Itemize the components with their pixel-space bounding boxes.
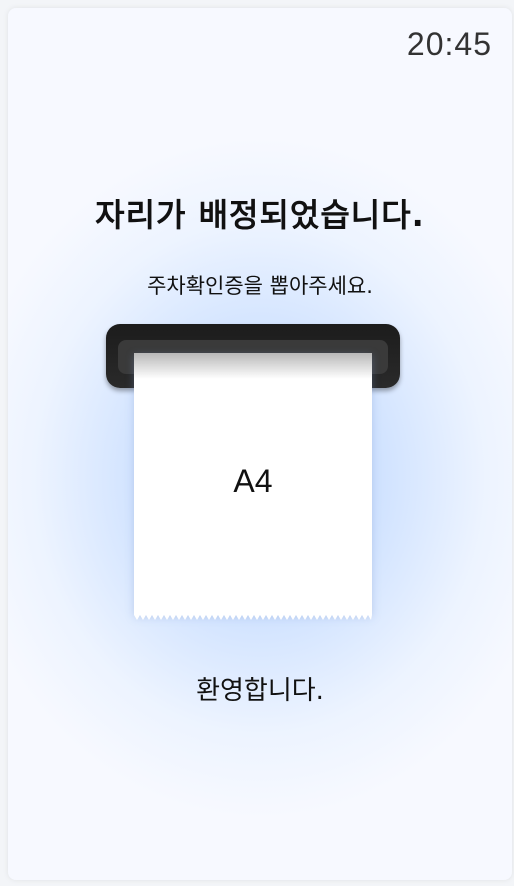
page-title: 자리가 배정되었습니다. bbox=[95, 196, 425, 234]
ticket-torn-edge bbox=[134, 615, 372, 620]
kiosk-screen: 20:45 자리가 배정되었습니다. 주차확인증을 뽑아주세요. A4 환영합니… bbox=[8, 8, 512, 880]
ticket-spot-label: A4 bbox=[233, 463, 273, 499]
parking-ticket[interactable]: A4 bbox=[134, 353, 372, 620]
ticket-shadow bbox=[134, 353, 372, 379]
instruction-text: 주차확인증을 뽑아주세요. bbox=[147, 274, 373, 298]
clock: 20:45 bbox=[406, 26, 492, 62]
welcome-text: 환영합니다. bbox=[196, 676, 324, 706]
